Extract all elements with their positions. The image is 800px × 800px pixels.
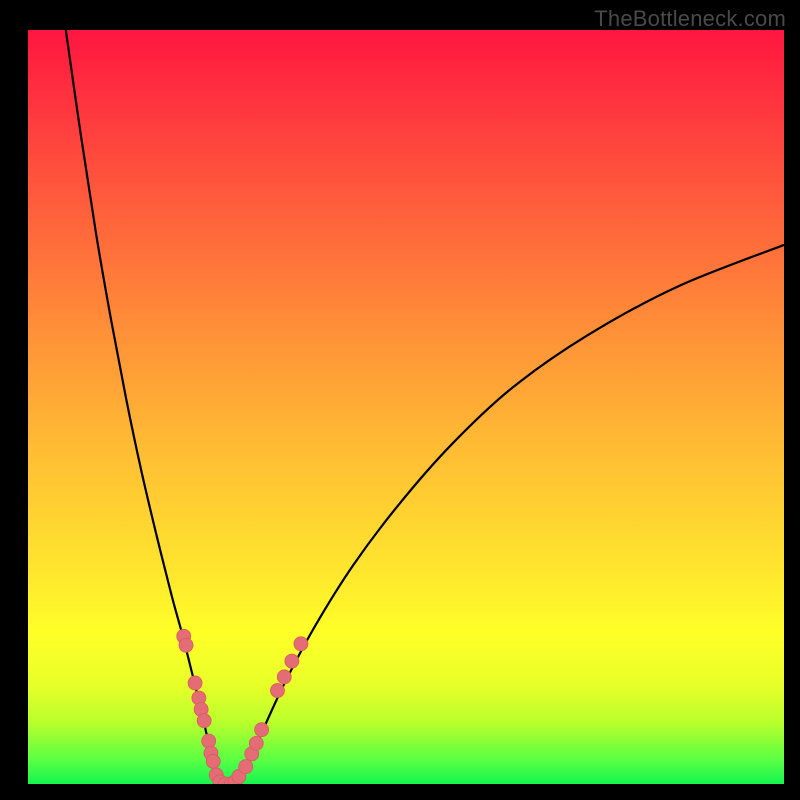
plot-area [28,30,784,784]
chart-container: TheBottleneck.com [0,0,800,800]
data-marker [277,670,291,684]
data-marker [179,638,193,652]
data-marker [239,760,253,774]
data-marker [188,676,202,690]
data-marker [285,654,299,668]
data-marker [206,754,220,768]
data-marker [249,736,263,750]
data-marker [202,734,216,748]
data-markers [177,629,308,784]
data-marker [197,714,211,728]
watermark-text: TheBottleneck.com [594,6,786,32]
data-marker [255,723,269,737]
data-marker [294,637,308,651]
data-marker [270,684,284,698]
curve-layer [28,30,784,784]
curve-left [66,30,219,784]
curve-right [237,245,784,784]
